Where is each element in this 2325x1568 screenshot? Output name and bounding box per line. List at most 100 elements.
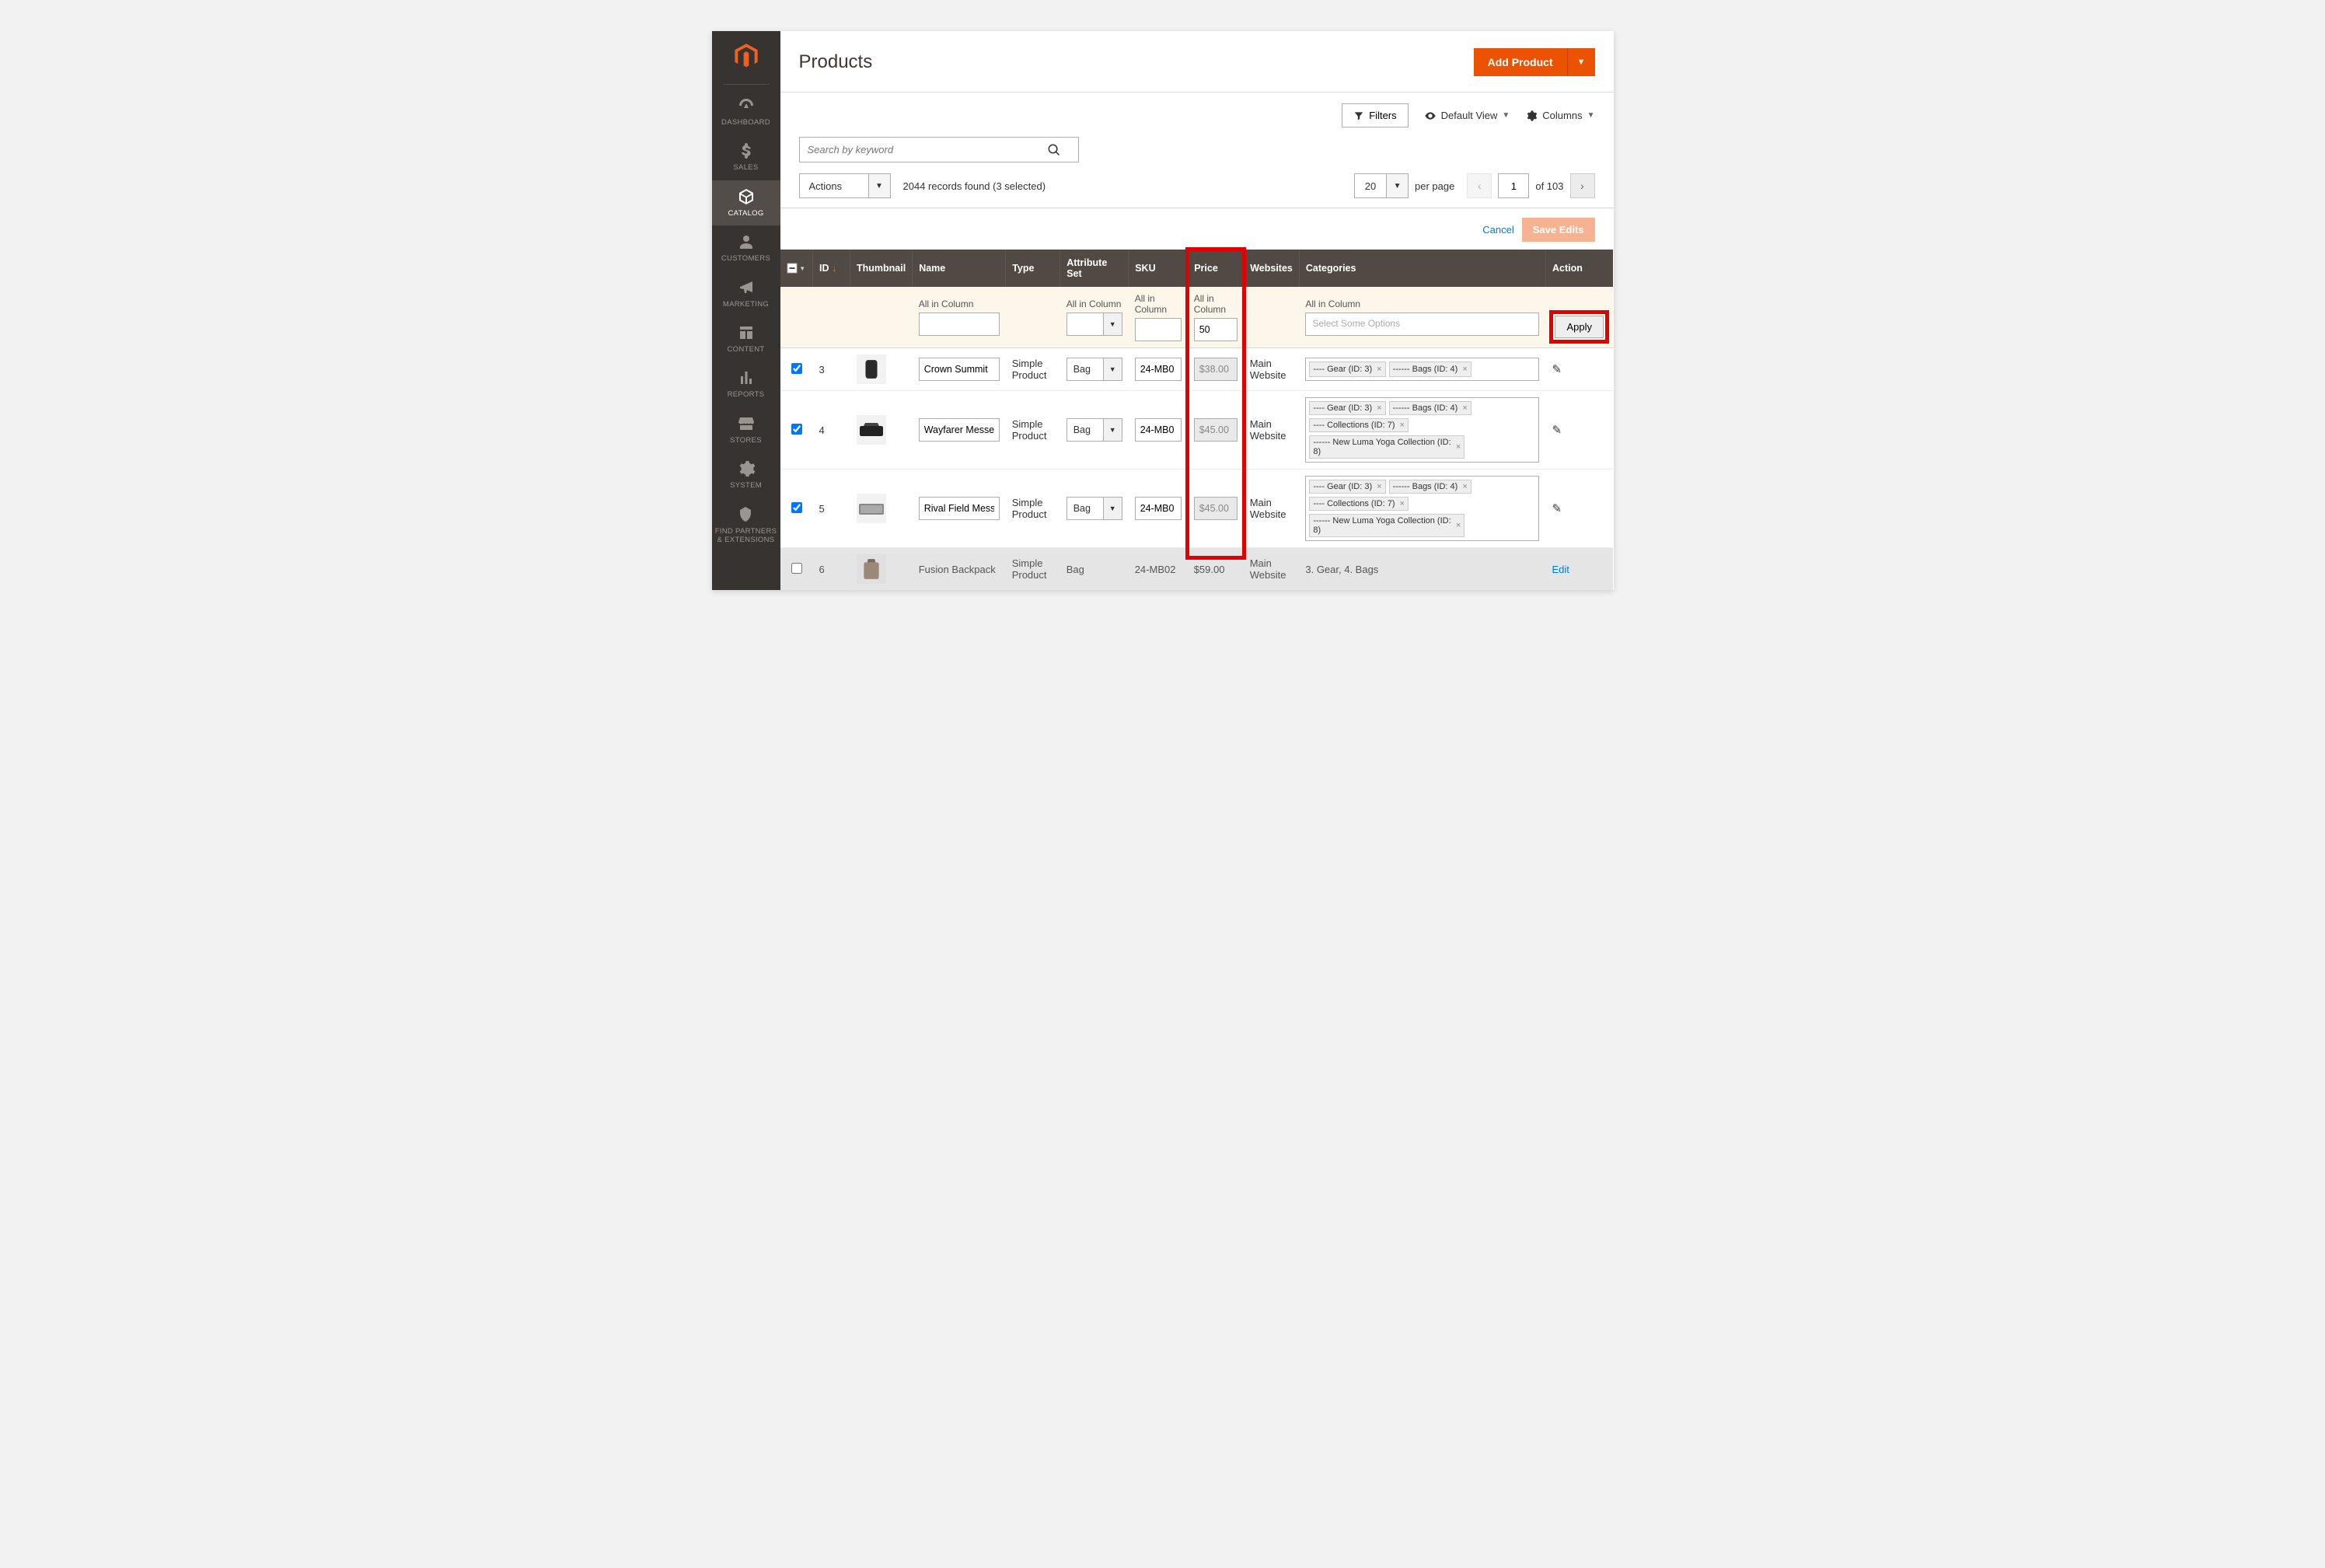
col-header-action[interactable]: Action <box>1545 250 1613 287</box>
col-header-checkbox[interactable]: ▼ <box>780 250 813 287</box>
remove-tag-icon[interactable]: × <box>1377 365 1381 374</box>
sidebar-item-partners[interactable]: FIND PARTNERS & EXTENSIONS <box>712 498 780 553</box>
edit-icon[interactable]: ✎ <box>1552 424 1562 437</box>
search-input[interactable] <box>800 138 1047 162</box>
edit-icon[interactable]: ✎ <box>1552 502 1562 515</box>
cell-website: Main Website <box>1244 348 1300 391</box>
row-price-input <box>1194 358 1238 381</box>
col-header-attribute-set[interactable]: Attribute Set <box>1060 250 1129 287</box>
col-header-sku[interactable]: SKU <box>1129 250 1188 287</box>
pager-of-text: of 103 <box>1535 180 1563 192</box>
row-sku-input[interactable] <box>1135 497 1182 520</box>
bulk-name-input[interactable] <box>919 313 1000 336</box>
remove-tag-icon[interactable]: × <box>1399 499 1404 508</box>
cell-categories: 3. Gear, 4. Bags <box>1299 548 1545 591</box>
row-name-input[interactable] <box>919 358 1000 381</box>
search-wrap <box>799 137 1079 162</box>
row-checkbox[interactable] <box>791 563 802 574</box>
row-checkbox[interactable] <box>791 363 802 374</box>
sidebar-item-sales[interactable]: SALES <box>712 134 780 180</box>
cell-type: Simple Product <box>1006 470 1060 548</box>
row-attr-select[interactable]: Bag▼ <box>1066 358 1122 381</box>
pager-page-input[interactable] <box>1498 173 1529 198</box>
remove-tag-icon[interactable]: × <box>1462 482 1467 491</box>
row-name-input[interactable] <box>919 418 1000 442</box>
admin-sidebar: DASHBOARD SALES CATALOG CUSTOMERS MARKET… <box>712 31 780 590</box>
edit-icon[interactable]: ✎ <box>1552 363 1562 376</box>
row-checkbox[interactable] <box>791 424 802 435</box>
cell-price: $59.00 <box>1188 548 1244 591</box>
add-product-dropdown[interactable]: ▼ <box>1567 48 1595 76</box>
sidebar-item-reports[interactable]: REPORTS <box>712 361 780 407</box>
checkbox-partial-icon <box>787 263 798 274</box>
row-categories-multiselect[interactable]: ---- Gear (ID: 3)×------ Bags (ID: 4)×--… <box>1305 397 1539 463</box>
row-sku-input[interactable] <box>1135 418 1182 442</box>
col-header-thumbnail[interactable]: Thumbnail <box>850 250 913 287</box>
pager: ‹ of 103 › <box>1467 173 1594 198</box>
filters-button[interactable]: Filters <box>1342 103 1408 127</box>
row-checkbox[interactable] <box>791 502 802 513</box>
remove-tag-icon[interactable]: × <box>1456 442 1461 452</box>
category-tag: ------ New Luma Yoga Collection (ID: 8)× <box>1309 514 1464 537</box>
col-header-id[interactable]: ID↓ <box>813 250 850 287</box>
row-attr-select[interactable]: Bag▼ <box>1066 497 1122 520</box>
sidebar-label: CUSTOMERS <box>721 254 770 263</box>
apply-button[interactable]: Apply <box>1555 316 1604 338</box>
columns-label: Columns <box>1542 110 1582 121</box>
cancel-link[interactable]: Cancel <box>1482 224 1513 236</box>
add-product-group: Add Product ▼ <box>1474 48 1595 76</box>
sidebar-item-content[interactable]: CONTENT <box>712 316 780 361</box>
remove-tag-icon[interactable]: × <box>1462 403 1467 413</box>
thumbnail-icon <box>857 354 886 384</box>
sidebar-label: REPORTS <box>728 390 765 399</box>
col-header-price[interactable]: Price <box>1188 250 1244 287</box>
thumbnail-icon <box>857 494 886 523</box>
pager-prev[interactable]: ‹ <box>1467 173 1492 198</box>
remove-tag-icon[interactable]: × <box>1399 421 1404 430</box>
default-view-dropdown[interactable]: Default View ▼ <box>1424 110 1510 122</box>
category-tag: ---- Collections (ID: 7)× <box>1309 418 1409 432</box>
edit-link[interactable]: Edit <box>1552 564 1569 575</box>
row-name-input[interactable] <box>919 497 1000 520</box>
remove-tag-icon[interactable]: × <box>1377 482 1381 491</box>
remove-tag-icon[interactable]: × <box>1377 403 1381 413</box>
actions-label: Actions <box>800 174 868 197</box>
add-product-button[interactable]: Add Product <box>1474 48 1567 76</box>
actions-dropdown[interactable]: Actions ▼ <box>799 173 891 198</box>
filters-label: Filters <box>1369 110 1396 121</box>
remove-tag-icon[interactable]: × <box>1462 365 1467 374</box>
bulk-attr-select[interactable]: ▼ <box>1066 313 1122 336</box>
col-header-websites[interactable]: Websites <box>1244 250 1300 287</box>
columns-dropdown[interactable]: Columns ▼ <box>1525 110 1594 122</box>
bulk-sku-input[interactable] <box>1135 318 1182 341</box>
col-header-type[interactable]: Type <box>1006 250 1060 287</box>
records-found: 2044 records found (3 selected) <box>903 180 1046 192</box>
row-categories-multiselect[interactable]: ---- Gear (ID: 3)×------ Bags (ID: 4)× <box>1305 358 1539 381</box>
eye-icon <box>1424 110 1437 122</box>
remove-tag-icon[interactable]: × <box>1456 521 1461 530</box>
sidebar-item-stores[interactable]: STORES <box>712 407 780 452</box>
sidebar-item-dashboard[interactable]: DASHBOARD <box>712 89 780 134</box>
bulk-price-input[interactable] <box>1194 318 1238 341</box>
sidebar-label: CONTENT <box>727 345 764 354</box>
col-header-name[interactable]: Name <box>913 250 1006 287</box>
cell-id: 3 <box>813 348 850 391</box>
bulk-edit-row: All in Column All in Column ▼ All in Col… <box>780 287 1614 348</box>
row-categories-multiselect[interactable]: ---- Gear (ID: 3)×------ Bags (ID: 4)×--… <box>1305 476 1539 541</box>
sidebar-item-marketing[interactable]: MARKETING <box>712 271 780 316</box>
sidebar-item-system[interactable]: SYSTEM <box>712 452 780 498</box>
save-edits-button[interactable]: Save Edits <box>1522 218 1595 242</box>
table-row: 4 Simple Product Bag▼ Main Website ---- … <box>780 391 1614 470</box>
row-attr-select[interactable]: Bag▼ <box>1066 418 1122 442</box>
search-button[interactable] <box>1047 138 1078 162</box>
row-sku-input[interactable] <box>1135 358 1182 381</box>
sidebar-item-customers[interactable]: CUSTOMERS <box>712 225 780 271</box>
per-page-select[interactable]: 20 ▼ <box>1354 173 1409 198</box>
col-header-categories[interactable]: Categories <box>1299 250 1545 287</box>
grid-wrap: ▼ ID↓ Thumbnail Name Type Attribute Set … <box>780 250 1614 590</box>
bulk-categories-multiselect[interactable]: Select Some Options <box>1305 313 1539 336</box>
cell-website: Main Website <box>1244 391 1300 470</box>
sidebar-item-catalog[interactable]: CATALOG <box>712 180 780 225</box>
table-row: 3 Simple Product Bag▼ Main Website ---- … <box>780 348 1614 391</box>
pager-next[interactable]: › <box>1570 173 1595 198</box>
